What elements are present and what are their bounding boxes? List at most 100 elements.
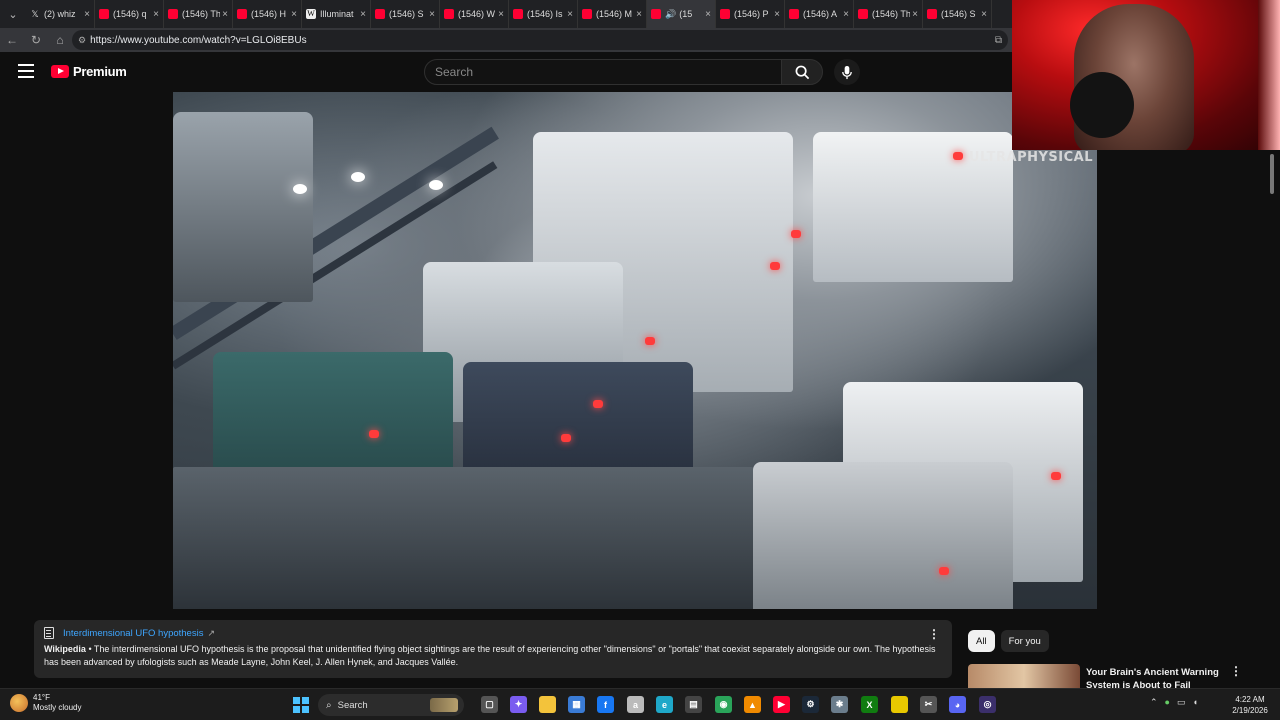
- file-explorer-icon[interactable]: [539, 696, 556, 713]
- info-panel: Interdimensional UFO hypothesis ↗ ⋮ Wiki…: [34, 620, 952, 678]
- back-button[interactable]: ←: [0, 28, 24, 52]
- facebook-icon[interactable]: f: [597, 696, 614, 713]
- close-tab-icon[interactable]: ×: [84, 9, 90, 20]
- browser-tab[interactable]: (1546) H ×: [233, 0, 302, 28]
- weather-icon: [10, 694, 28, 712]
- weather-widget[interactable]: 41°F Mostly cloudy: [10, 693, 81, 713]
- browser-tab[interactable]: (1546) W ×: [440, 0, 509, 28]
- sticky-notes-icon[interactable]: [891, 696, 908, 713]
- browser-tab[interactable]: (1546) S ×: [923, 0, 992, 28]
- search-input[interactable]: Search: [424, 59, 782, 85]
- close-tab-icon[interactable]: ×: [291, 9, 297, 20]
- settings-gear-icon[interactable]: ✱: [831, 696, 848, 713]
- brake-light: [939, 567, 949, 575]
- video-player[interactable]: ULTRAPHYSICAL: [173, 92, 1097, 609]
- info-source[interactable]: Wikipedia: [44, 644, 86, 654]
- browser-tab[interactable]: (1546) A ×: [785, 0, 854, 28]
- discord-icon[interactable]: ◕: [949, 696, 966, 713]
- close-tab-icon[interactable]: ×: [498, 9, 504, 20]
- system-clock[interactable]: 4:22 AM 2/19/2026: [1227, 694, 1273, 716]
- browser-tab[interactable]: (1546) Th ×: [854, 0, 923, 28]
- wikipedia-favicon-icon: W: [306, 9, 316, 19]
- scrollbar-thumb[interactable]: [1270, 154, 1274, 194]
- xbox-icon[interactable]: X: [861, 696, 878, 713]
- microphone-icon: [842, 65, 852, 79]
- more-options-icon[interactable]: ⋮: [1230, 664, 1242, 678]
- info-panel-text: Wikipedia • The interdimensional UFO hyp…: [44, 643, 942, 669]
- home-button[interactable]: ⌂: [48, 28, 72, 52]
- info-link-title[interactable]: Interdimensional UFO hypothesis: [63, 628, 203, 639]
- windows-start-icon[interactable]: [293, 697, 309, 713]
- youtube-logo[interactable]: Premium: [51, 64, 127, 79]
- close-tab-icon[interactable]: ×: [567, 9, 573, 20]
- network-icon[interactable]: ▭: [1177, 697, 1186, 708]
- obs-icon[interactable]: ◎: [979, 696, 996, 713]
- browser-tab[interactable]: 𝕏 (2) whiz ×: [26, 0, 95, 28]
- close-tab-icon[interactable]: ×: [153, 9, 159, 20]
- microphone-image: [1070, 72, 1134, 138]
- chip-all[interactable]: All: [968, 630, 995, 652]
- page-scrollbar[interactable]: [1268, 150, 1276, 680]
- volume-icon[interactable]: ◖: [1193, 697, 1198, 708]
- browser-tab[interactable]: (1546) Th ×: [164, 0, 233, 28]
- microsoft-store-icon[interactable]: ▦: [568, 696, 585, 713]
- steam-icon[interactable]: ⚙: [802, 696, 819, 713]
- brake-light: [369, 430, 379, 438]
- audio-playing-icon[interactable]: 🔊: [665, 9, 676, 20]
- location-icon[interactable]: ●: [1165, 697, 1170, 708]
- brake-light: [593, 400, 603, 408]
- youtube-favicon-icon: [237, 9, 247, 19]
- browser-tab[interactable]: 🔊 (15 ×: [647, 0, 716, 28]
- recommended-video[interactable]: Your Brain's Ancient Warning System is A…: [968, 664, 1258, 688]
- weather-temperature: 41°F: [33, 693, 50, 702]
- more-options-icon[interactable]: ⋮: [928, 627, 940, 641]
- tab-search-chevron-icon[interactable]: ⌄: [0, 0, 26, 28]
- close-tab-icon[interactable]: ×: [705, 9, 711, 20]
- close-tab-icon[interactable]: ×: [843, 9, 849, 20]
- browser-tab[interactable]: (1546) q ×: [95, 0, 164, 28]
- chevron-up-icon[interactable]: ⌃: [1150, 697, 1158, 708]
- video-thumbnail[interactable]: [968, 664, 1080, 688]
- external-link-icon[interactable]: ↗: [207, 628, 215, 639]
- browser-tab[interactable]: (1546) P ×: [716, 0, 785, 28]
- tab-title: (1546) M: [596, 9, 633, 19]
- browser-tab[interactable]: (1546) Is ×: [509, 0, 578, 28]
- chrome-icon[interactable]: ◉: [715, 696, 732, 713]
- site-info-icon[interactable]: ⚙: [78, 35, 86, 46]
- close-tab-icon[interactable]: ×: [774, 9, 780, 20]
- task-view-icon[interactable]: ▢: [481, 696, 498, 713]
- menu-icon[interactable]: [18, 64, 34, 78]
- filter-chips: All For you: [968, 630, 1049, 652]
- browser-tab[interactable]: W Illuminat ×: [302, 0, 371, 28]
- reload-button[interactable]: ↻: [24, 28, 48, 52]
- chip-for-you[interactable]: For you: [1000, 630, 1049, 652]
- car: [753, 462, 1013, 609]
- search-button[interactable]: [781, 59, 823, 85]
- weather-condition: Mostly cloudy: [33, 703, 82, 712]
- close-tab-icon[interactable]: ×: [222, 9, 228, 20]
- youtube-icon[interactable]: ▶: [773, 696, 790, 713]
- vlc-icon[interactable]: ▲: [744, 696, 761, 713]
- copilot-icon[interactable]: ✦: [510, 696, 527, 713]
- close-tab-icon[interactable]: ×: [636, 9, 642, 20]
- close-tab-icon[interactable]: ×: [981, 9, 987, 20]
- bookmark-app-icon[interactable]: a: [627, 696, 644, 713]
- tab-actions-icon[interactable]: ⧉: [995, 35, 1002, 46]
- url-field[interactable]: ⚙ https://www.youtube.com/watch?v=LGLOi8…: [72, 30, 1008, 50]
- youtube-favicon-icon: [858, 9, 868, 19]
- snipping-tool-icon[interactable]: ✂: [920, 696, 937, 713]
- browser-tab[interactable]: (1546) S ×: [371, 0, 440, 28]
- edge-icon[interactable]: e: [656, 696, 673, 713]
- recommended-video-title[interactable]: Your Brain's Ancient Warning System is A…: [1086, 666, 1236, 688]
- close-tab-icon[interactable]: ×: [360, 9, 366, 20]
- browser-tab[interactable]: (1546) M ×: [578, 0, 647, 28]
- close-tab-icon[interactable]: ×: [912, 9, 918, 20]
- close-tab-icon[interactable]: ×: [429, 9, 435, 20]
- calculator-icon[interactable]: ▤: [685, 696, 702, 713]
- voice-search-button[interactable]: [834, 59, 860, 85]
- youtube-favicon-icon: [375, 9, 385, 19]
- youtube-favicon-icon: [444, 9, 454, 19]
- brake-light: [791, 230, 801, 238]
- youtube-favicon-icon: [720, 9, 730, 19]
- taskbar-search[interactable]: ⌕ Search: [318, 694, 464, 716]
